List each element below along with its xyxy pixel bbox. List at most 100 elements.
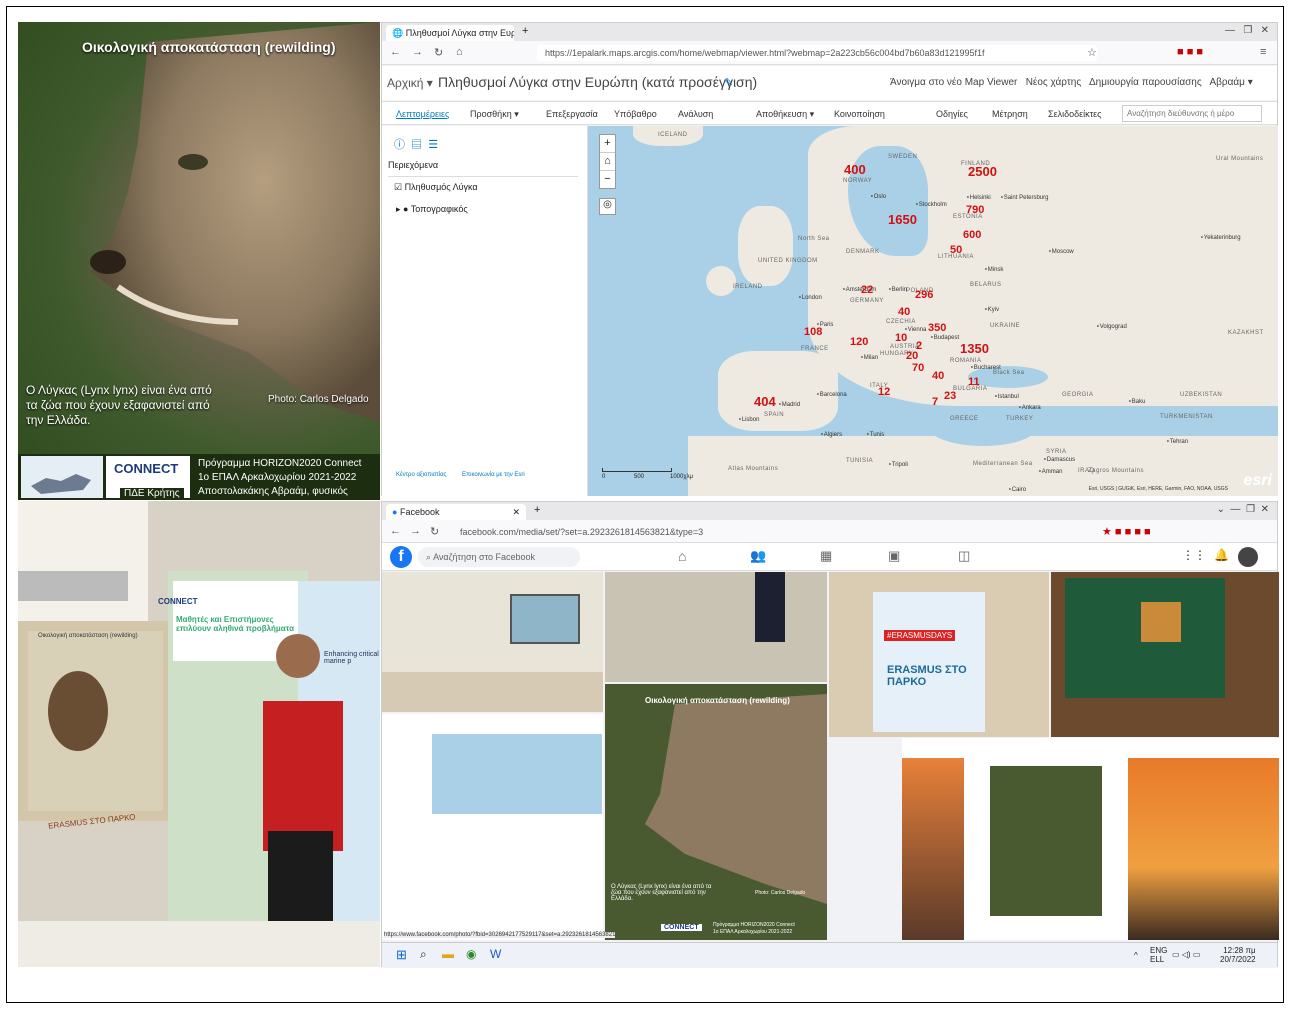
photo-classroom[interactable] xyxy=(382,572,603,712)
lynx-count-label[interactable]: 350 xyxy=(928,322,946,334)
lynx-count-label[interactable]: 40 xyxy=(898,306,910,318)
zoom-in-icon[interactable]: + xyxy=(600,135,615,152)
new-tab-icon[interactable]: + xyxy=(522,25,528,37)
start-icon[interactable]: ⊞ xyxy=(396,947,407,963)
user-menu[interactable]: Αβραάμ ▾ xyxy=(1209,77,1252,88)
lynx-count-label[interactable]: 2500 xyxy=(968,164,997,179)
tab-facebook[interactable]: ● Facebook ✕ xyxy=(386,504,526,520)
lynx-count-label[interactable]: 11 xyxy=(968,376,980,388)
home-crumb[interactable]: Αρχική ▾ xyxy=(387,76,433,90)
lynx-count-label[interactable]: 50 xyxy=(950,244,962,256)
chrome-icon[interactable]: ◉ xyxy=(466,947,476,961)
lynx-count-label[interactable]: 600 xyxy=(963,229,981,241)
fb-back-icon[interactable]: ← xyxy=(390,525,401,537)
groups-nav-icon[interactable]: ▣ xyxy=(888,548,900,564)
language-indicator[interactable]: ENG ELL xyxy=(1150,946,1167,964)
details-button[interactable]: Λεπτομέρειες xyxy=(396,109,449,119)
avatar[interactable] xyxy=(1238,547,1258,567)
lynx-count-label[interactable]: 296 xyxy=(915,289,933,301)
fb-forward-icon[interactable]: → xyxy=(410,525,421,537)
panel-tab-icons[interactable]: ⓘ ▤ ☰ xyxy=(394,136,438,152)
analysis-button[interactable]: Ανάλυση xyxy=(678,109,713,119)
back-icon[interactable]: ← xyxy=(390,46,401,58)
tray-icons[interactable]: ▭ ◁) ▭ xyxy=(1172,950,1200,959)
basemap-button[interactable]: Υπόβαθρο xyxy=(614,109,657,119)
file-explorer-icon[interactable]: ▬ xyxy=(442,947,454,961)
trust-center-link[interactable]: Κέντρο αξιοπιστίας xyxy=(396,472,446,478)
zoom-controls[interactable]: + ⌂ − xyxy=(599,134,616,189)
fb-search-input[interactable]: ⌕ Αναζήτηση στο Facebook xyxy=(418,547,580,567)
photo-arcgis-screenshot[interactable] xyxy=(382,714,603,940)
window-controls[interactable]: — ❐ ✕ xyxy=(1225,25,1269,36)
new-map-link[interactable]: Νέος χάρτης xyxy=(1026,77,1081,88)
lynx-count-label[interactable]: 400 xyxy=(844,162,866,177)
lynx-count-label[interactable]: 40 xyxy=(932,370,944,382)
lynx-count-label[interactable]: 790 xyxy=(966,204,984,216)
locate-icon[interactable]: ◎ xyxy=(599,198,616,215)
fb-reload-icon[interactable]: ↻ xyxy=(430,525,439,538)
map-city: ∘Baku xyxy=(1128,399,1146,405)
tab-arcgis[interactable]: 🌐 Πληθυσμοί Λύγκα στην Ευρώπ ✕ xyxy=(386,25,514,41)
fb-url-input[interactable]: facebook.com/media/set/?set=a.2923261814… xyxy=(452,524,1092,540)
status-bar-url: https://www.facebook.com/photo/?fbid=302… xyxy=(384,932,616,938)
menu-icon[interactable]: ≡ xyxy=(1260,46,1266,58)
edit-pencil-icon[interactable]: ✎ xyxy=(724,76,733,89)
scale-zero: 0 xyxy=(602,474,606,480)
home-view-icon[interactable]: ⌂ xyxy=(600,152,615,170)
extension-icons[interactable]: ■ ■ ■ xyxy=(1177,46,1203,58)
fb-new-tab-icon[interactable]: + xyxy=(534,504,540,516)
facebook-logo-icon[interactable]: f xyxy=(390,546,412,568)
lynx-count-label[interactable]: 120 xyxy=(850,336,868,348)
friends-nav-icon[interactable]: 👥 xyxy=(750,548,766,564)
bookmarks-button[interactable]: Σελιδοδείκτες xyxy=(1048,109,1102,119)
lynx-count-label[interactable]: 20 xyxy=(906,350,918,362)
forward-icon[interactable]: → xyxy=(412,46,423,58)
photo-lynx-poster[interactable]: Οικολογική αποκατάσταση (rewilding) Ο Λύ… xyxy=(605,684,827,940)
home-icon[interactable]: ⌂ xyxy=(456,46,463,58)
photo-sunset-screenshot[interactable] xyxy=(902,738,1279,940)
lynx-count-label[interactable]: 108 xyxy=(804,326,822,338)
layer-topographic[interactable]: ▸ ● Τοπογραφικός xyxy=(396,204,468,215)
reload-icon[interactable]: ↻ xyxy=(434,46,443,59)
lynx-count-label[interactable]: 1350 xyxy=(960,341,989,356)
address-search-input[interactable] xyxy=(1122,105,1262,122)
map-label: CZECHIA xyxy=(886,319,916,325)
notifications-icon[interactable]: 🔔 xyxy=(1214,548,1229,562)
map-view[interactable]: ICELAND SWEDEN FINLAND NORWAY ESTONIA North S… xyxy=(588,126,1278,496)
lynx-count-label[interactable]: 7 xyxy=(932,396,938,408)
home-nav-icon[interactable]: ⌂ xyxy=(678,548,686,564)
lynx-count-label[interactable]: 404 xyxy=(754,394,776,409)
edit-button[interactable]: Επεξεργασία xyxy=(546,109,598,119)
save-button[interactable]: Αποθήκευση ▾ xyxy=(756,109,814,120)
map-label: GERMANY xyxy=(850,298,884,304)
photo-exhibition-1[interactable] xyxy=(605,572,827,682)
contact-esri-link[interactable]: Επικοινωνία με την Esri xyxy=(462,472,525,478)
word-icon[interactable]: W xyxy=(490,947,501,961)
add-button[interactable]: Προσθήκη ▾ xyxy=(470,109,519,120)
clock[interactable]: 12:28 πμ 20/7/2022 xyxy=(1220,946,1256,964)
tray-chevron-icon[interactable]: ^ xyxy=(1134,951,1138,960)
menu-grid-icon[interactable]: ⋮⋮ xyxy=(1182,548,1206,562)
photo-bulletin-board[interactable] xyxy=(1051,572,1279,737)
photo-erasmus-poster[interactable]: #ERASMUSDAYS ERASMUS ΣΤΟ ΠΑΡΚΟ xyxy=(829,572,1049,737)
lynx-count-label[interactable]: 12 xyxy=(878,386,890,398)
fb-window-controls[interactable]: ⌄ — ❐ ✕ xyxy=(1217,504,1269,515)
marketplace-nav-icon[interactable]: ▦ xyxy=(820,548,832,564)
bookmark-star-icon[interactable]: ☆ xyxy=(1087,46,1097,59)
lynx-count-label[interactable]: 70 xyxy=(912,362,924,374)
directions-button[interactable]: Οδηγίες xyxy=(936,109,968,119)
lynx-count-label[interactable]: 10 xyxy=(895,332,907,344)
search-taskbar-icon[interactable]: ⌕ xyxy=(420,947,427,962)
layer-lynx[interactable]: ☑ Πληθυσμός Λύγκα xyxy=(394,182,478,193)
gaming-nav-icon[interactable]: ◫ xyxy=(958,548,970,564)
fb-extension-icons[interactable]: ★ ■ ■ ■ ■ xyxy=(1102,525,1151,538)
url-input[interactable]: https://1epalark.maps.arcgis.com/home/we… xyxy=(537,45,1097,61)
lynx-count-label[interactable]: 22 xyxy=(861,284,873,296)
create-presentation-link[interactable]: Δημιουργία παρουσίασης xyxy=(1089,77,1202,88)
measure-button[interactable]: Μέτρηση xyxy=(992,109,1028,119)
open-new-viewer-link[interactable]: Άνοιγμα στο νέο Map Viewer xyxy=(890,77,1017,88)
share-button[interactable]: Κοινοποίηση xyxy=(834,109,885,119)
lynx-count-label[interactable]: 23 xyxy=(944,390,956,402)
zoom-out-icon[interactable]: − xyxy=(600,170,615,188)
lynx-count-label[interactable]: 1650 xyxy=(888,212,917,227)
